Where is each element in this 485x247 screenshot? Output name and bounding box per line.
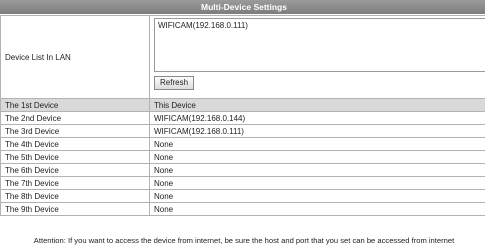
multi-device-settings-panel: Multi-Device Settings Device List In LAN… — [0, 0, 485, 247]
device-value: None — [149, 202, 485, 216]
device-value: WIFICAM(192.168.0.111) — [149, 124, 485, 138]
device-value: None — [149, 150, 485, 164]
device-label: The 7th Device — [0, 176, 150, 190]
attention-note: Attention: If you want to access the dev… — [33, 236, 455, 245]
device-row-4: The 4th Device None — [0, 137, 485, 151]
device-row-5: The 5th Device None — [0, 150, 485, 164]
lan-device-label: Device List In LAN — [0, 15, 150, 99]
lan-device-cell: WIFICAM(192.168.0.111) Refresh — [149, 15, 485, 99]
device-row-8: The 8th Device None — [0, 189, 485, 203]
device-label: The 3rd Device — [0, 124, 150, 138]
device-row-1: The 1st Device This Device — [0, 98, 485, 112]
lan-device-row: Device List In LAN WIFICAM(192.168.0.111… — [0, 15, 485, 99]
device-row-9: The 9th Device None — [0, 202, 485, 216]
refresh-button[interactable]: Refresh — [154, 76, 195, 90]
device-row-3: The 3rd Device WIFICAM(192.168.0.111) — [0, 124, 485, 138]
device-value: None — [149, 163, 485, 177]
device-label: The 8th Device — [0, 189, 150, 203]
panel-title: Multi-Device Settings — [0, 0, 485, 14]
device-value: This Device — [149, 98, 485, 112]
device-value: None — [149, 189, 485, 203]
device-row-6: The 6th Device None — [0, 163, 485, 177]
device-table: Device List In LAN WIFICAM(192.168.0.111… — [0, 15, 485, 216]
device-label: The 5th Device — [0, 150, 150, 164]
lan-device-item[interactable]: WIFICAM(192.168.0.111) — [158, 20, 485, 31]
device-value: WIFICAM(192.168.0.144) — [149, 111, 485, 125]
device-label: The 1st Device — [0, 98, 150, 112]
device-row-7: The 7th Device None — [0, 176, 485, 190]
device-row-2: The 2nd Device WIFICAM(192.168.0.144) — [0, 111, 485, 125]
device-label: The 4th Device — [0, 137, 150, 151]
device-label: The 9th Device — [0, 202, 150, 216]
device-value: None — [149, 176, 485, 190]
device-label: The 2nd Device — [0, 111, 150, 125]
lan-device-list[interactable]: WIFICAM(192.168.0.111) — [154, 18, 485, 72]
device-value: None — [149, 137, 485, 151]
device-label: The 6th Device — [0, 163, 150, 177]
